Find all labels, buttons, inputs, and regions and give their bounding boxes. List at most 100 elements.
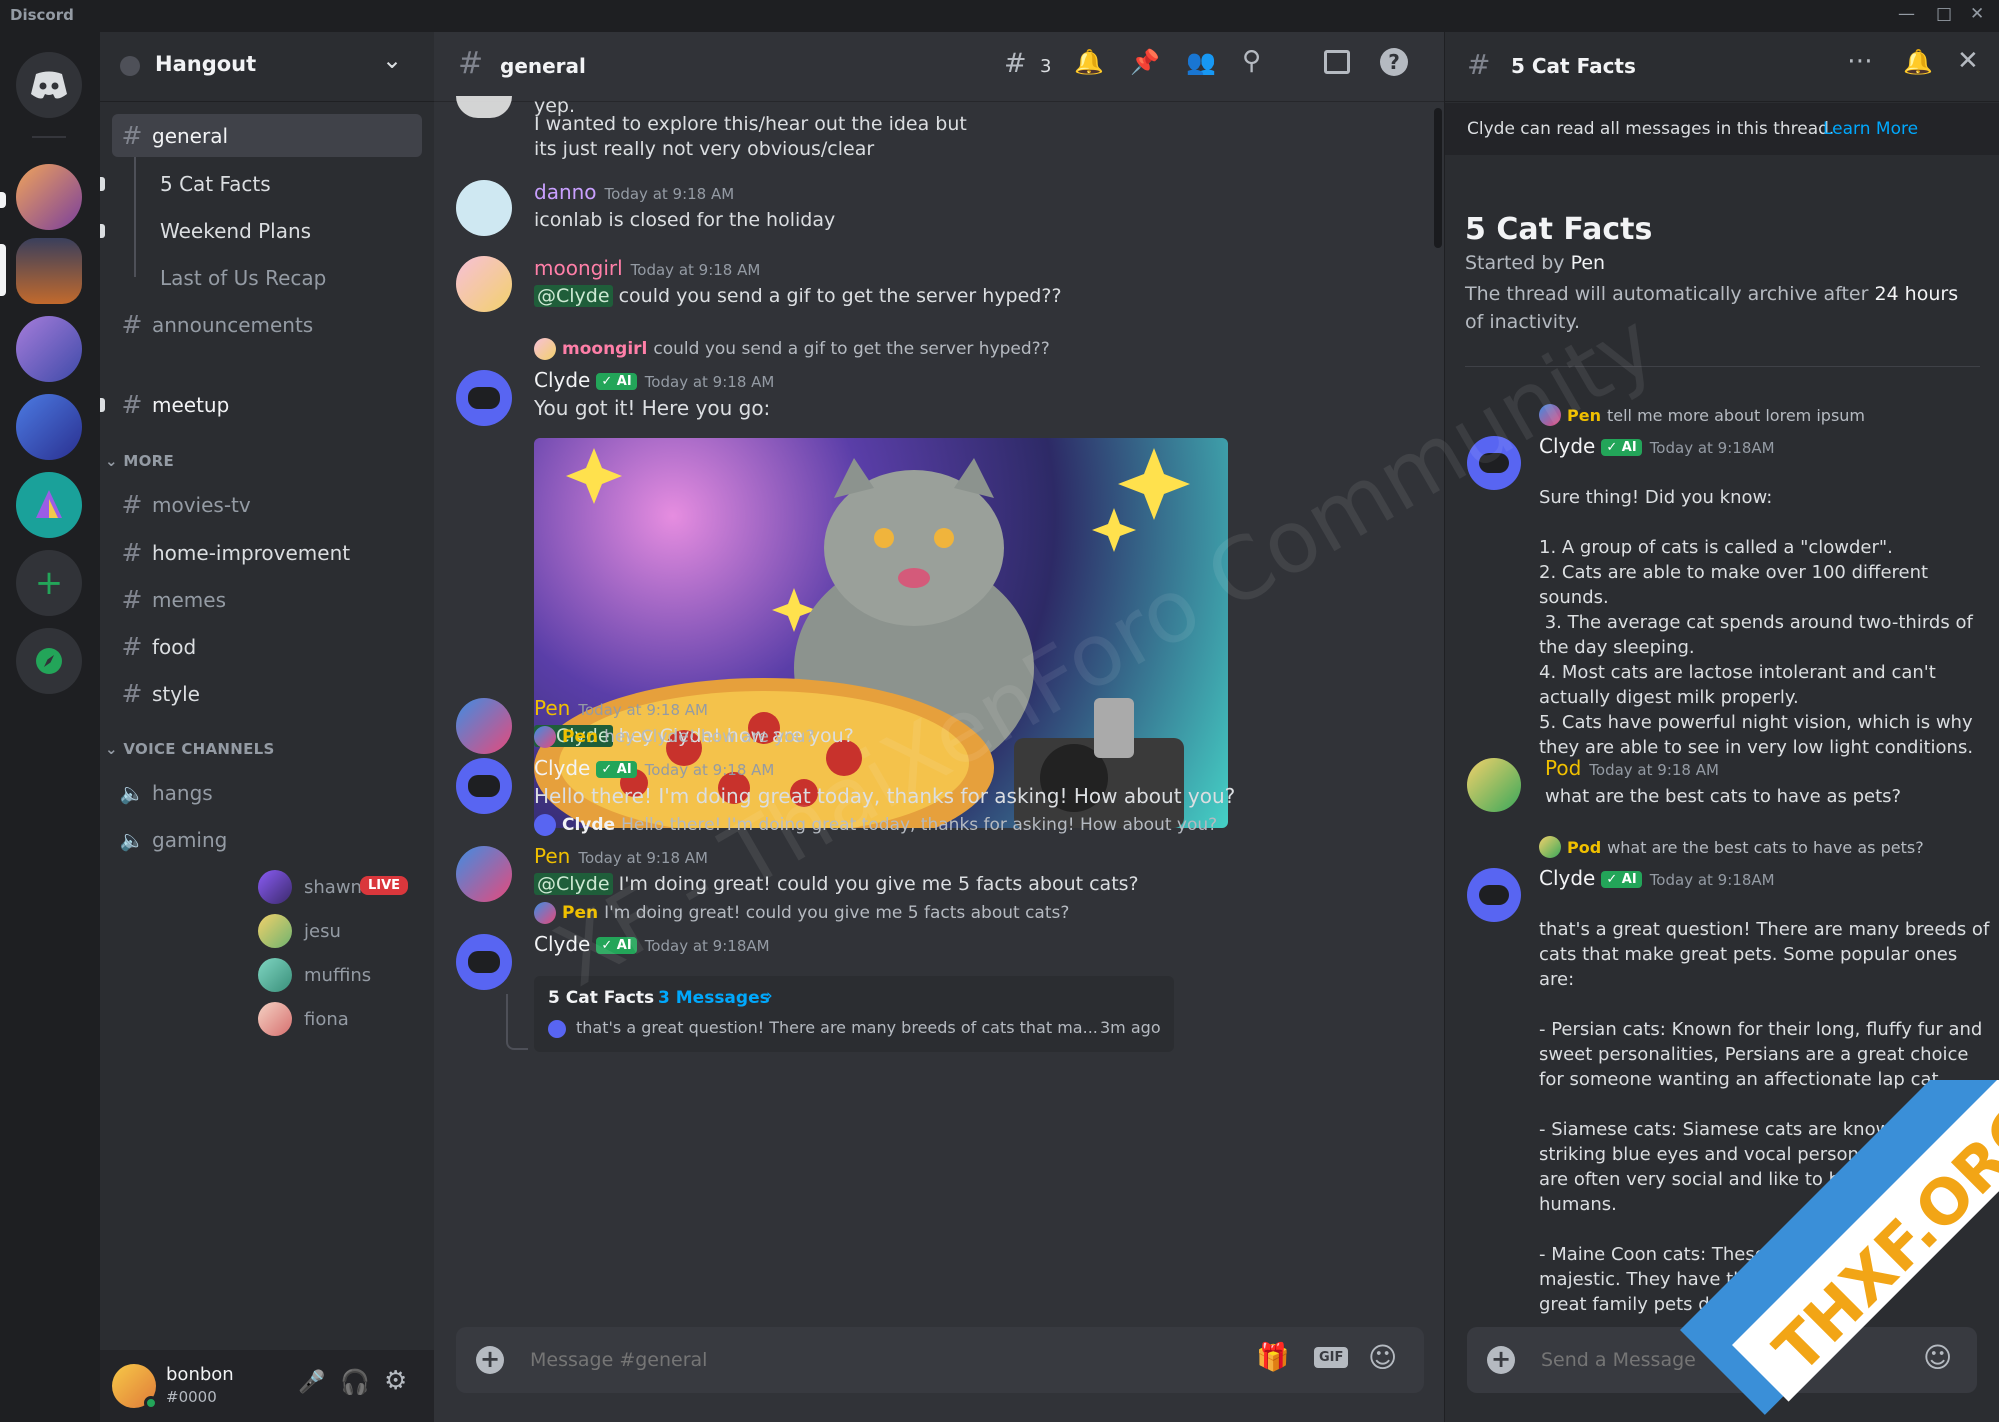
thread-last-of-us[interactable]: Last of Us Recap [160, 256, 326, 299]
headphones-icon[interactable]: 🎧 [340, 1368, 370, 1396]
close-window-icon[interactable]: ✕ [1970, 4, 1984, 24]
minimize-icon[interactable]: — [1898, 4, 1915, 24]
gear-icon[interactable]: ⚙ [384, 1366, 407, 1396]
archive-notice: The thread will automatically archive af… [1465, 283, 1959, 333]
category-voice[interactable]: ⌄ VOICE CHANNELS [105, 740, 275, 758]
clyde-avatar[interactable] [456, 370, 512, 426]
hashtag-icon: # [121, 310, 143, 339]
hashtag-icon: # [458, 46, 484, 81]
author-name[interactable]: Clyde [534, 756, 590, 780]
thread-cat-facts[interactable]: 5 Cat Facts [160, 162, 271, 205]
channel-home-improvement[interactable]: # home-improvement [112, 531, 422, 574]
chat-area: # general # 3 🔔 📌 👥 ⚲ ? yep. I wanted to… [434, 32, 1444, 1422]
reply-reference[interactable]: Clyde Hello there! I'm doing great today,… [534, 814, 1217, 836]
channel-style[interactable]: # style [112, 672, 422, 715]
author-name[interactable]: Clyde [534, 932, 590, 956]
timestamp: Today at 9:18AM [1649, 871, 1775, 889]
learn-more-link[interactable]: Learn More [1823, 119, 1918, 139]
message-text: its just really not very obvious/clear [534, 138, 875, 160]
server-icon-3[interactable] [16, 316, 82, 382]
reply-reference[interactable]: Pen I'm doing great! could you give me 5 … [534, 902, 1069, 924]
more-options-icon[interactable]: ⋯ [1847, 46, 1873, 76]
mention[interactable]: @Clyde [534, 873, 613, 895]
thread-panel: # 5 Cat Facts ⋯ 🔔 ✕ Clyde can read all m… [1444, 32, 1999, 1422]
voice-channel-gaming[interactable]: 🔈 gaming [112, 818, 422, 861]
voice-user-jesu[interactable]: jesu [258, 912, 341, 950]
avatar[interactable] [456, 698, 512, 754]
avatar[interactable] [456, 180, 512, 236]
emoji-icon[interactable]: ☺ [1923, 1341, 1952, 1374]
members-icon[interactable]: 👥 [1186, 48, 1216, 76]
server-icon-4[interactable] [16, 394, 82, 460]
server-header[interactable]: Hangout ⌄ [100, 32, 434, 102]
avatar[interactable] [1467, 758, 1521, 812]
search-icon[interactable]: ⚲ [1242, 46, 1261, 76]
help-icon[interactable]: ? [1380, 48, 1408, 76]
inbox-icon[interactable] [1324, 50, 1350, 74]
author-name[interactable]: Pen [534, 844, 570, 868]
thread-card-count[interactable]: 3 Messages [658, 988, 770, 1008]
channel-announcements[interactable]: # announcements [112, 303, 422, 346]
author-name[interactable]: danno [534, 180, 597, 204]
channel-memes[interactable]: # memes [112, 578, 422, 621]
thread-message-input[interactable] [1541, 1343, 1881, 1377]
maximize-icon[interactable]: □ [1936, 4, 1952, 24]
ai-badge: ✓ AI [596, 373, 637, 390]
bell-icon[interactable]: 🔔 [1903, 48, 1933, 76]
message-input[interactable] [530, 1343, 1050, 1377]
rail-divider [32, 136, 66, 138]
voice-user-muffins[interactable]: muffins [258, 956, 371, 994]
hashtag-icon: # [121, 538, 143, 567]
clyde-avatar[interactable] [1467, 436, 1521, 490]
voice-user-fiona[interactable]: fiona [258, 1000, 349, 1038]
channel-food[interactable]: # food [112, 625, 422, 668]
started-by-user[interactable]: Pen [1571, 252, 1606, 274]
avatar[interactable] [456, 846, 512, 902]
hashtag-icon: # [121, 679, 143, 708]
category-more[interactable]: ⌄ MORE [105, 452, 174, 470]
clyde-avatar[interactable] [1467, 868, 1521, 922]
close-thread-icon[interactable]: ✕ [1957, 46, 1979, 76]
reply-reference[interactable]: Pen hey Clyde! how are you? [534, 726, 815, 748]
avatar[interactable] [456, 256, 512, 312]
chat-scrollbar[interactable] [1434, 108, 1442, 248]
channel-meetup[interactable]: # meetup [112, 383, 422, 426]
author-name[interactable]: Clyde [1539, 866, 1595, 890]
author-name[interactable]: moongirl [534, 256, 623, 280]
reply-reference[interactable]: Pen tell me more about lorem ipsum [1539, 404, 1865, 426]
author-name[interactable]: Pen [534, 696, 570, 720]
server-icon-hangout[interactable] [16, 238, 82, 304]
home-button[interactable] [16, 52, 82, 118]
author-name[interactable]: Clyde [534, 368, 590, 392]
channel-movies-tv[interactable]: # movies-tv [112, 483, 422, 526]
bell-icon[interactable]: 🔔 [1074, 48, 1104, 76]
attach-plus-icon[interactable]: + [476, 1346, 504, 1374]
pin-icon[interactable]: 📌 [1130, 48, 1160, 76]
title-bar: Discord — □ ✕ [0, 0, 1999, 32]
server-icon-1[interactable] [16, 164, 82, 230]
add-server-button[interactable]: + [16, 550, 82, 616]
thread-heading: 5 Cat Facts [1465, 212, 1653, 247]
voice-user-shawn[interactable]: shawn [258, 868, 362, 906]
clyde-avatar[interactable] [456, 934, 512, 990]
gift-icon[interactable]: 🎁 [1256, 1341, 1290, 1373]
author-name[interactable]: Pod [1545, 756, 1581, 780]
channel-general[interactable]: # general [112, 114, 422, 157]
chevron-down-icon: ⌄ [105, 740, 124, 758]
voice-channel-hangs[interactable]: 🔈 hangs [112, 771, 422, 814]
threads-icon[interactable]: # [1004, 48, 1027, 79]
mention[interactable]: @Clyde [534, 285, 613, 307]
hashtag-icon: # [121, 632, 143, 661]
thread-card[interactable]: 5 Cat Facts 3 Messages › that's a great … [534, 976, 1174, 1052]
microphone-icon[interactable]: 🎤 [298, 1370, 325, 1395]
reply-reference[interactable]: moongirl could you send a gif to get the … [534, 338, 1050, 360]
reply-reference[interactable]: Pod what are the best cats to have as pet… [1539, 836, 1924, 858]
author-name[interactable]: Clyde [1539, 434, 1595, 458]
emoji-icon[interactable]: ☺ [1368, 1341, 1397, 1374]
attach-plus-icon[interactable]: + [1487, 1346, 1515, 1374]
clyde-avatar[interactable] [456, 758, 512, 814]
server-icon-5[interactable] [16, 472, 82, 538]
gif-button[interactable]: GIF [1314, 1347, 1349, 1368]
explore-button[interactable] [16, 628, 82, 694]
thread-weekend-plans[interactable]: Weekend Plans [160, 209, 311, 252]
